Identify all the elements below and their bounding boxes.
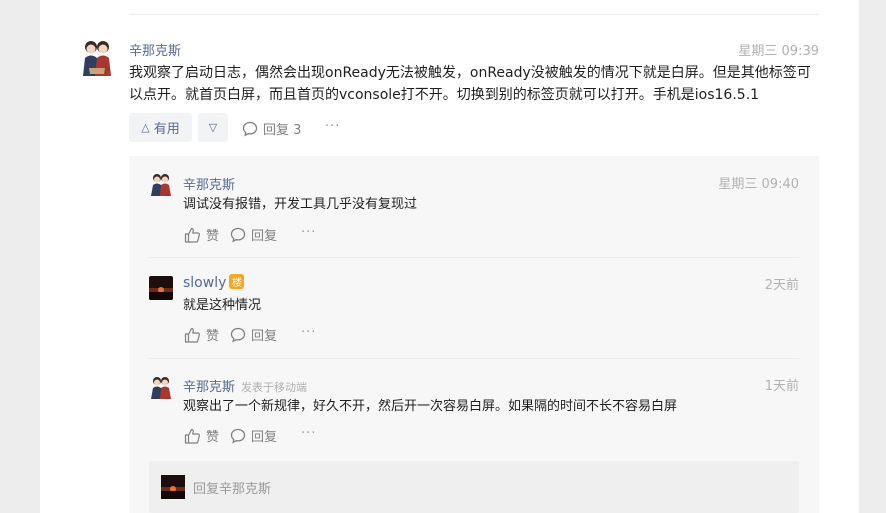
post-reply-button[interactable]: 回复 3 — [242, 119, 301, 138]
triangle-up-icon: △ — [141, 121, 150, 134]
thumbs-up-icon — [184, 327, 200, 343]
reply-label: 回复 — [251, 430, 278, 445]
post-more-button[interactable]: ··· — [325, 119, 340, 134]
comment-card: 辛那克斯 星期三 09:39 我观察了启动日志，偶然会出现onReady无法被触… — [40, 0, 859, 513]
reply-section: 辛那克斯 星期三 09:40 调试没有报错，开发工具几乎没有复现过 赞 回复 ·… — [129, 156, 819, 513]
post-time: 星期三 09:39 — [738, 44, 819, 59]
comment-icon — [242, 121, 258, 137]
reply-author[interactable]: slowly — [183, 275, 226, 291]
comment-icon — [230, 227, 246, 243]
author-avatar[interactable] — [80, 38, 114, 76]
like-button[interactable]: 赞 — [184, 225, 219, 244]
reply-time: 1天前 — [764, 379, 799, 394]
reply-author[interactable]: 辛那克斯 — [183, 380, 235, 395]
sunset-avatar — [161, 475, 185, 499]
post-content: 我观察了启动日志，偶然会出现onReady无法被触发，onReady没被触发的情… — [129, 65, 811, 103]
reply-input-placeholder: 回复辛那克斯 — [193, 482, 272, 497]
post-author[interactable]: 辛那克斯 — [129, 40, 181, 59]
reply-input[interactable]: 回复辛那克斯 — [149, 461, 799, 513]
reply-content: 观察出了一个新规律，好久不开，然后开一次容易白屏。如果隔的时间不长不容易白屏 — [183, 399, 678, 414]
reply-author[interactable]: 辛那克斯 — [183, 174, 235, 193]
reply-button[interactable]: 回复 — [230, 225, 277, 244]
reply-divider — [149, 358, 799, 359]
comment-icon — [230, 428, 246, 444]
reply-source: 发表于移动端 — [241, 381, 308, 394]
reply-label: 回复 — [251, 229, 278, 244]
like-label: 赞 — [206, 329, 220, 344]
useful-label: 有用 — [153, 122, 180, 137]
sunset-avatar[interactable] — [149, 276, 173, 300]
comment-icon — [230, 327, 246, 343]
post-reply-label: 回复 3 — [263, 123, 302, 138]
more-button[interactable]: ··· — [301, 225, 316, 240]
reply-avatar[interactable] — [150, 172, 172, 196]
thumbs-up-icon — [184, 227, 200, 243]
not-useful-button[interactable]: ▽ — [198, 113, 228, 142]
more-button[interactable]: ··· — [301, 325, 316, 340]
floor-badge: 楼 — [229, 274, 245, 289]
reply-content: 就是这种情况 — [183, 298, 262, 313]
more-button[interactable]: ··· — [301, 426, 316, 441]
like-label: 赞 — [206, 229, 220, 244]
like-button[interactable]: 赞 — [184, 325, 219, 344]
reply-time: 2天前 — [764, 278, 799, 293]
useful-button[interactable]: △ 有用 — [129, 113, 192, 142]
reply-button[interactable]: 回复 — [230, 426, 277, 445]
reply-button[interactable]: 回复 — [230, 325, 277, 344]
reply-content: 调试没有报错，开发工具几乎没有复现过 — [183, 197, 418, 212]
reply-avatar[interactable] — [150, 375, 172, 399]
triangle-down-icon: ▽ — [208, 121, 218, 134]
reply-author-row: 辛那克斯 发表于移动端 — [183, 376, 307, 395]
like-button[interactable]: 赞 — [184, 426, 219, 445]
like-label: 赞 — [206, 430, 220, 445]
top-divider — [129, 14, 819, 15]
reply-author-row: slowly 楼 — [183, 274, 245, 291]
reply-divider — [149, 257, 799, 258]
thumbs-up-icon — [184, 428, 200, 444]
reply-time: 星期三 09:40 — [718, 177, 799, 192]
reply-label: 回复 — [251, 329, 278, 344]
